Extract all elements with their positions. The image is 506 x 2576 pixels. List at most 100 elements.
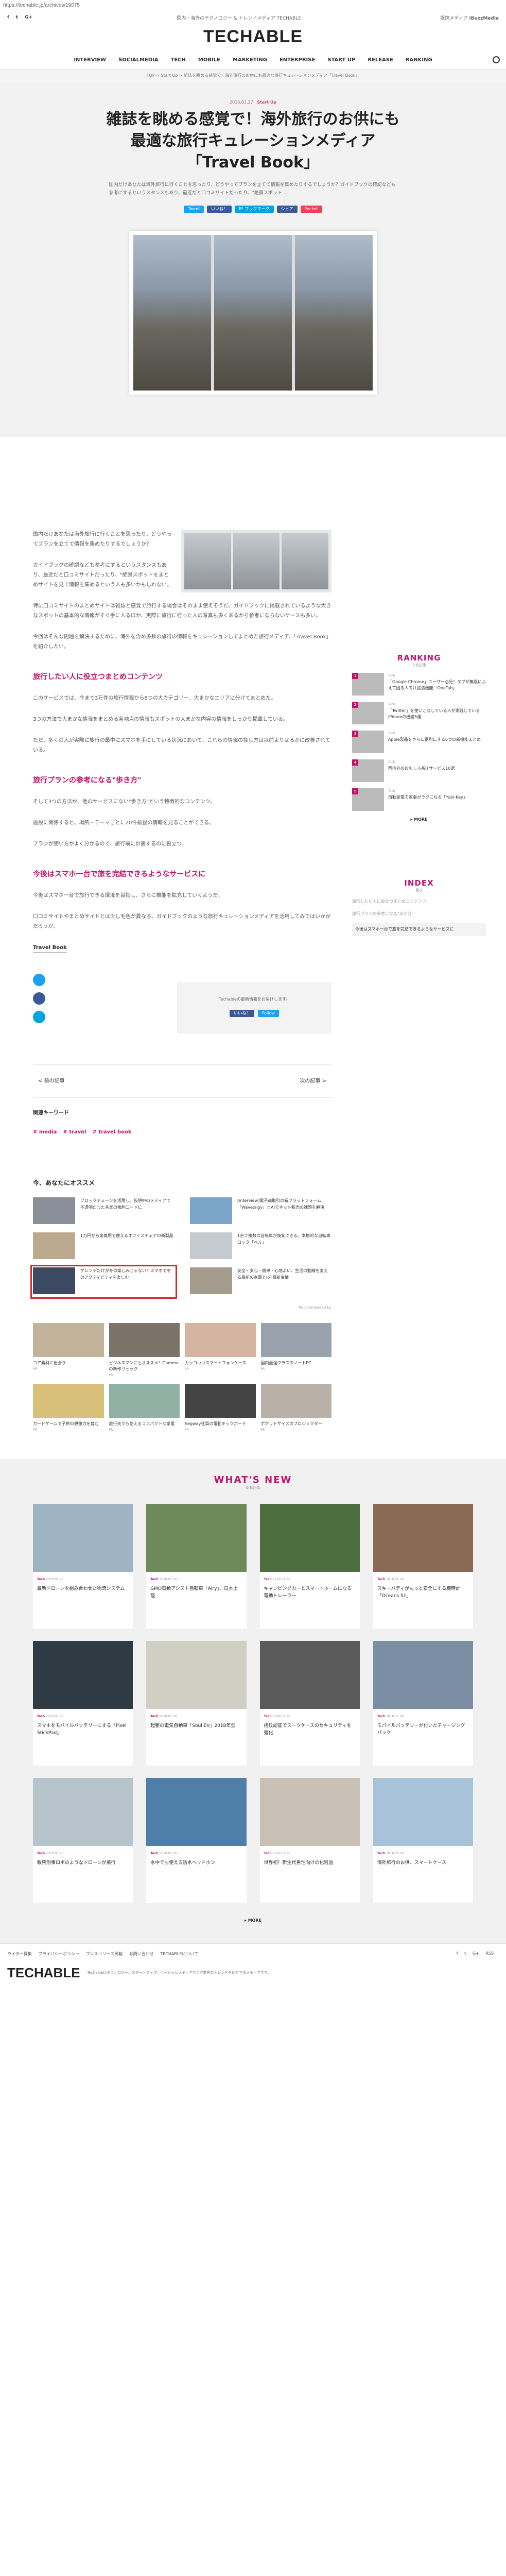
breadcrumb[interactable]: TOP > Start Up > 雑誌を眺める感覚で！海外旅行のお供にも最適な旅… <box>0 70 506 81</box>
partner-media[interactable]: 提携メディア iBuzzMedia <box>440 14 499 21</box>
news-card[interactable]: Tech 2018.01.26 スキーバディがもっと安全にする腕時計「Oceans… <box>373 1504 473 1629</box>
facebook-icon[interactable]: f <box>7 15 9 20</box>
tag-media[interactable]: # media <box>33 1127 57 1137</box>
index-item[interactable]: 旅行プランの参考になる"歩き方" <box>352 910 486 918</box>
news-card[interactable]: Tech 2018.01.26 水中でも使える防水ヘッドホン <box>146 1778 247 1903</box>
footer-facebook-icon[interactable]: f <box>457 1951 458 1956</box>
search-icon[interactable] <box>493 56 500 63</box>
footer-twitter-icon[interactable]: t <box>464 1951 466 1956</box>
ranking-category: Tech <box>388 789 395 793</box>
footer-link-privacy[interactable]: プライバシーポリシー <box>38 1952 79 1956</box>
footer-rss-icon[interactable]: RSS <box>485 1951 494 1956</box>
ad-item[interactable]: コア素材に出会う PR <box>33 1323 104 1379</box>
footer-links: ライター募集 プライバシーポリシー プレスリリース掲載 お問い合わせ TECHA… <box>7 1951 499 1957</box>
nav-item-ranking[interactable]: RANKING <box>406 57 432 63</box>
ranking-more-link[interactable]: ▸ MORE <box>352 817 486 822</box>
hatena-icon[interactable] <box>33 1011 45 1023</box>
keywords-heading: 関連キーワード <box>33 1110 69 1116</box>
paragraph: そして3つの方法が、他のサービスにない"歩き方"という特徴的なコンテンツ。 <box>33 799 216 805</box>
recommend-text: 1万円から家庭用で使えるオフィスチェアの新製品 <box>80 1233 173 1238</box>
footer-google-plus-icon[interactable]: G+ <box>473 1951 479 1956</box>
prev-article-label: 前の記事 <box>44 1078 65 1084</box>
index-item[interactable]: 旅行したい人に役立つまとめコンテンツ <box>352 898 486 905</box>
footer-link-writer[interactable]: ライター募集 <box>7 1952 32 1956</box>
nav-item-startup[interactable]: START UP <box>327 57 355 63</box>
footer-link-press[interactable]: プレスリリース掲載 <box>86 1952 123 1956</box>
hatena-bookmark-button[interactable]: B! ブックマーク <box>235 206 274 213</box>
ad-item[interactable]: ポケットサイズのプロジェクター PR <box>260 1384 331 1433</box>
ranking-item[interactable]: 1 Tech 「Google Chrome」ユーザー必見！タブが無限にふえて困る人向… <box>352 673 486 696</box>
news-category: Tech <box>377 1852 385 1855</box>
recommend-item-highlighted[interactable]: ゲレンデだけが冬の楽しみじゃない！スマホで冬のアクティビティを楽しむ <box>30 1265 177 1299</box>
ranking-item[interactable]: 4 Tech 国内外のおもしろ系ITサービス10選 <box>352 759 486 782</box>
news-card[interactable]: Tech 2018.01.26 最新ドローンを組み合わせた物流システム <box>33 1504 133 1629</box>
ad-item[interactable]: Segway社製の電動キックボード PR <box>185 1384 256 1433</box>
index-item-active[interactable]: 今後はスマホ一台で旅を完結できるようなサービスに <box>352 923 486 936</box>
paragraph: 口コミサイトやまとめサイトとは少し毛色が異なる、ガイドブックのような旅行キュレー… <box>33 914 331 929</box>
nav-item-mobile[interactable]: MOBILE <box>198 57 220 63</box>
nav-item-release[interactable]: RELEASE <box>368 57 393 63</box>
ad-item[interactable]: ビジネスマンにもオススメ！Gammoの新作リュック PR <box>109 1323 180 1379</box>
recommend-item[interactable]: 1万円から家庭用で使えるオフィスチェアの新製品 <box>33 1232 175 1261</box>
nav-item-tech[interactable]: TECH <box>171 57 186 63</box>
ad-credit[interactable]: Recommended by <box>33 1306 331 1310</box>
share-button[interactable]: シェア <box>276 206 298 213</box>
next-article-link[interactable]: 次の記事 > <box>300 1076 326 1086</box>
tweet-button[interactable]: Tweet <box>184 206 204 213</box>
nav-item-socialmedia[interactable]: SOCIALMEDIA <box>118 57 158 63</box>
nav-item-marketing[interactable]: MARKETING <box>233 57 267 63</box>
ad-item[interactable]: カッコいいスマートフォンケース PR <box>185 1323 256 1379</box>
whats-new-more-link[interactable]: ▸ MORE <box>33 1918 473 1923</box>
news-card[interactable]: Tech 2018.01.26 起亜の電気自動車「Soul EV」2018年型 <box>146 1641 247 1766</box>
recommend-item[interactable]: [interview]電子商取引の新プラットフォーム「Waveoligy」とAI… <box>190 1197 331 1226</box>
footer-link-contact[interactable]: お問い合わせ <box>129 1952 154 1956</box>
news-card[interactable]: Tech 2018.01.26 敏腕刑事ロボのようなドローンが飛行 <box>33 1778 133 1903</box>
pocket-button[interactable]: Pocket <box>300 206 322 213</box>
news-card[interactable]: Tech 2018.01.26 海外旅行のお供、スマートケース <box>373 1778 473 1903</box>
news-category: Tech <box>150 1852 159 1855</box>
news-card[interactable]: Tech 2018.01.26 世界初！新生代男性向けの化粧品 <box>259 1778 360 1903</box>
source-link[interactable]: Travel Book <box>33 943 67 953</box>
ad-item[interactable]: カードゲームで子供の想像力を育む PR <box>33 1384 104 1433</box>
twitter-icon[interactable]: t <box>16 15 18 20</box>
ranking-item[interactable]: 2 Tech 「Twitter」を使いこなしている人が実践しているiPhoneの機能… <box>352 702 486 724</box>
news-category: Tech <box>37 1852 45 1855</box>
like-button[interactable]: いいね！ <box>207 206 232 213</box>
news-thumb <box>373 1504 473 1572</box>
site-logo[interactable]: TECHABLE <box>0 24 506 52</box>
ad-item[interactable]: 国内最強クラスのノートPC PR <box>260 1323 331 1379</box>
tag-travel-book[interactable]: # travel book <box>92 1127 131 1137</box>
news-title: 海外旅行のお供、スマートケース <box>377 1860 447 1866</box>
article-date: 2016.03.27 <box>229 100 253 105</box>
twitter-icon[interactable] <box>33 974 45 986</box>
ranking-item[interactable]: 3 Tech Apple製品をさらに便利にする6つの新機能まとめ <box>352 731 486 753</box>
ranking-item[interactable]: 5 Tech 自動家電で家事がラクになる「Yubi-Key」 <box>352 788 486 811</box>
recommend-item[interactable]: ブロックチェーンを活用し、仮想中のメディアで不透明だった音楽の権利コードに <box>33 1197 175 1226</box>
nav-item-interview[interactable]: INTERVIEW <box>74 57 106 63</box>
share-buttons: Tweet いいね！ B! ブックマーク シェア Pocket <box>0 206 506 213</box>
google-plus-icon[interactable]: G+ <box>25 15 32 20</box>
news-card[interactable]: Tech 2018.01.26 スマホをモバイルバッテリーにする「Pixel St… <box>33 1641 133 1766</box>
whats-new-more-label: MORE <box>248 1918 262 1923</box>
recommend-item[interactable]: 1台で複数の自転車が施錠できる、本格的な自転車ロック「ベル」 <box>190 1232 331 1261</box>
footer-link-about[interactable]: TECHABLEについて <box>160 1952 198 1956</box>
news-card[interactable]: Tech 2018.01.26 GMO電動アシスト自転車「Airy」、日本上陸 <box>146 1504 247 1629</box>
footer-brand: TECHABLE Techableはテクノロジー、スタートアップ、ソーシャルメデ… <box>7 1957 499 1989</box>
follow-twitter-button[interactable]: Follow <box>257 1010 279 1017</box>
ad-thumb <box>260 1384 331 1418</box>
news-card[interactable]: Tech 2018.01.26 指紋認証でスーツケースのセキュリティを強化 <box>259 1641 360 1766</box>
news-title: モバイルバッテリーが付いたチャージングパック <box>377 1723 465 1736</box>
news-card[interactable]: Tech 2018.01.26 キャンピングカーとスマートホームになる電動トレーラ… <box>259 1504 360 1629</box>
url-bar[interactable]: https://techable.jp/archives/19075 <box>0 0 506 11</box>
nav-item-enterprise[interactable]: ENTERPRISE <box>280 57 315 63</box>
ad-item[interactable]: 旅行先でも使えるコンパクトな家電 PR <box>109 1384 180 1433</box>
facebook-icon[interactable] <box>33 992 45 1005</box>
recommend-item[interactable]: 安全・安心・簡単・心地よい、生活の動線を変える最新の家電とIoT最新事情 <box>190 1267 331 1296</box>
prev-article-link[interactable]: < 前の記事 <box>38 1076 65 1086</box>
follow-like-button[interactable]: いいね！ <box>230 1010 255 1017</box>
tag-travel[interactable]: # travel <box>63 1127 86 1137</box>
news-date: 2018.01.26 <box>46 1852 64 1855</box>
article-category[interactable]: Start Up <box>257 100 276 105</box>
news-card[interactable]: Tech 2018.01.26 モバイルバッテリーが付いたチャージングパック <box>373 1641 473 1766</box>
footer-logo[interactable]: TECHABLE <box>7 1965 80 1981</box>
